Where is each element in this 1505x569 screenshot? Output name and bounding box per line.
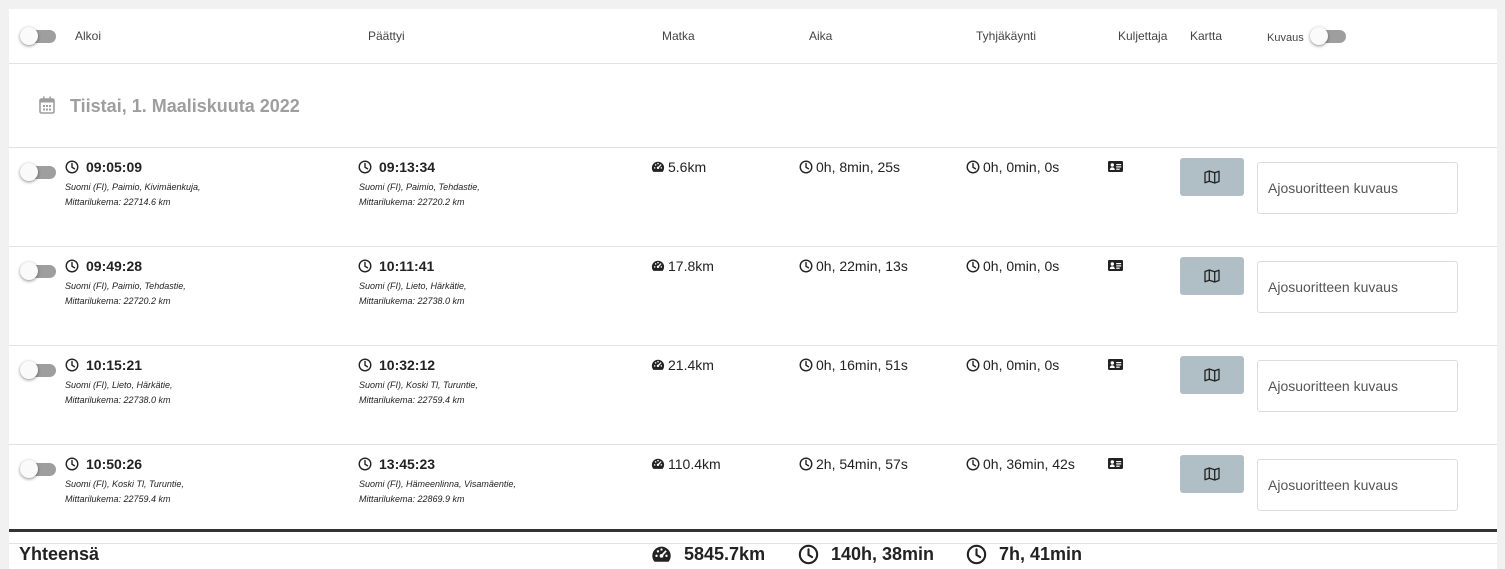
- clock-icon: [358, 160, 372, 174]
- date-group-header: Tiistai, 1. Maaliskuuta 2022: [9, 64, 1497, 148]
- clock-icon: [799, 457, 813, 471]
- trip-duration: 0h, 22min, 13s: [799, 258, 908, 274]
- id-card-icon: [1108, 458, 1123, 469]
- trip-end-time: 09:13:34: [358, 159, 435, 175]
- trip-row: 10:15:21 Suomi (FI), Lieto, Härkätie, Mitt…: [9, 346, 1497, 445]
- trip-end-time: 10:32:12: [358, 357, 435, 373]
- trip-start-location: Suomi (FI), Paimio, Kivimäenkuja, Mittari…: [65, 182, 201, 207]
- clock-icon: [799, 160, 813, 174]
- trip-end-time: 13:45:23: [358, 456, 435, 472]
- clock-icon: [966, 457, 980, 471]
- trip-end-time: 10:11:41: [358, 258, 434, 274]
- trip-idle: 0h, 0min, 0s: [966, 357, 1059, 373]
- trip-description-input[interactable]: [1257, 162, 1458, 214]
- trip-select-toggle[interactable]: [20, 262, 56, 280]
- column-header-started: Alkoi: [75, 29, 102, 43]
- calendar-icon: [39, 96, 55, 114]
- total-duration-value: 140h, 38min: [831, 544, 935, 564]
- clock-icon: [65, 358, 79, 372]
- select-all-toggle[interactable]: [20, 27, 56, 45]
- trip-distance: 21.4km: [651, 357, 714, 373]
- speedometer-icon: [651, 260, 665, 271]
- trip-select-toggle[interactable]: [20, 460, 56, 478]
- trip-row: 09:05:09 Suomi (FI), Paimio, Kivimäenkuja…: [9, 148, 1497, 247]
- column-header-duration: Aika: [809, 29, 833, 43]
- clock-icon: [65, 259, 79, 273]
- trip-distance: 17.8km: [651, 258, 714, 274]
- clock-icon: [358, 457, 372, 471]
- id-card-icon: [1108, 359, 1123, 370]
- id-card-icon: [1108, 161, 1123, 172]
- speedometer-icon: [651, 359, 665, 370]
- column-header-map: Kartta: [1190, 29, 1223, 43]
- clock-icon: [799, 259, 813, 273]
- trip-duration: 2h, 54min, 57s: [799, 456, 908, 472]
- speedometer-icon: [651, 458, 665, 469]
- show-map-button[interactable]: [1180, 158, 1244, 196]
- map-icon: [1204, 467, 1220, 481]
- total-idle-value: 7h, 41min: [999, 544, 1083, 564]
- trip-description-input[interactable]: [1257, 261, 1458, 313]
- clock-icon: [798, 544, 819, 565]
- trip-idle: 0h, 0min, 0s: [966, 258, 1059, 274]
- totals-row: Yhteensä 5845.7km 140h, 38min 7h, 41min: [9, 529, 1497, 569]
- total-duration: 140h, 38min: [798, 544, 934, 565]
- trip-start-location: Suomi (FI), Lieto, Härkätie, Mittarilukem…: [65, 380, 173, 405]
- table-header: Alkoi Päättyi Matka Aika Tyhjäkäynti Kul…: [9, 9, 1497, 64]
- clock-icon: [966, 160, 980, 174]
- id-card-icon: [1108, 260, 1123, 271]
- totals-label: Yhteensä: [19, 544, 100, 564]
- trip-start-location: Suomi (FI), Paimio, Tehdastie, Mittariluk…: [65, 281, 186, 306]
- show-map-button[interactable]: [1180, 455, 1244, 493]
- map-icon: [1204, 269, 1220, 283]
- trip-distance: 110.4km: [651, 456, 721, 472]
- speedometer-icon: [652, 546, 671, 562]
- trip-select-toggle[interactable]: [20, 163, 56, 181]
- trip-end-location: Suomi (FI), Koski Tl, Turuntie, Mittarilu…: [359, 380, 478, 405]
- map-icon: [1204, 368, 1220, 382]
- total-idle: 7h, 41min: [966, 544, 1082, 565]
- clock-icon: [65, 457, 79, 471]
- trip-log-card: Alkoi Päättyi Matka Aika Tyhjäkäynti Kul…: [9, 9, 1497, 569]
- total-distance: 5845.7km: [651, 544, 765, 565]
- clock-icon: [358, 259, 372, 273]
- trip-duration: 0h, 8min, 25s: [799, 159, 900, 175]
- map-icon: [1204, 170, 1220, 184]
- trip-start-time: 09:49:28: [65, 258, 142, 274]
- show-map-button[interactable]: [1180, 257, 1244, 295]
- column-header-ended: Päättyi: [368, 29, 405, 43]
- trip-start-location: Suomi (FI), Koski Tl, Turuntie, Mittarilu…: [65, 479, 184, 504]
- clock-icon: [966, 544, 987, 565]
- column-header-idle: Tyhjäkäynti: [976, 29, 1037, 43]
- column-header-description: Kuvaus: [1267, 32, 1304, 44]
- trip-description-input[interactable]: [1257, 360, 1458, 412]
- date-group-title: Tiistai, 1. Maaliskuuta 2022: [70, 96, 300, 116]
- trip-select-toggle[interactable]: [20, 361, 56, 379]
- trip-duration: 0h, 16min, 51s: [799, 357, 908, 373]
- speedometer-icon: [651, 161, 665, 172]
- clock-icon: [65, 160, 79, 174]
- trip-start-time: 10:50:26: [65, 456, 142, 472]
- trip-row: 09:49:28 Suomi (FI), Paimio, Tehdastie, Mi…: [9, 247, 1497, 346]
- column-header-driver: Kuljettaja: [1118, 29, 1168, 43]
- trip-start-time: 09:05:09: [65, 159, 142, 175]
- clock-icon: [966, 358, 980, 372]
- trip-end-location: Suomi (FI), Paimio, Tehdastie, Mittariluk…: [359, 182, 480, 207]
- clock-icon: [358, 358, 372, 372]
- clock-icon: [966, 259, 980, 273]
- clock-icon: [799, 358, 813, 372]
- description-toggle[interactable]: [1310, 27, 1346, 45]
- trip-description-input[interactable]: [1257, 459, 1458, 511]
- column-header-distance: Matka: [662, 29, 695, 43]
- total-distance-value: 5845.7km: [684, 544, 766, 564]
- trip-idle: 0h, 0min, 0s: [966, 159, 1059, 175]
- trip-start-time: 10:15:21: [65, 357, 142, 373]
- show-map-button[interactable]: [1180, 356, 1244, 394]
- trip-end-location: Suomi (FI), Lieto, Härkätie, Mittarilukem…: [359, 281, 467, 306]
- trip-distance: 5.6km: [651, 159, 706, 175]
- trip-end-location: Suomi (FI), Hämeenlinna, Visamäentie, Mit…: [359, 479, 516, 504]
- trip-idle: 0h, 36min, 42s: [966, 456, 1075, 472]
